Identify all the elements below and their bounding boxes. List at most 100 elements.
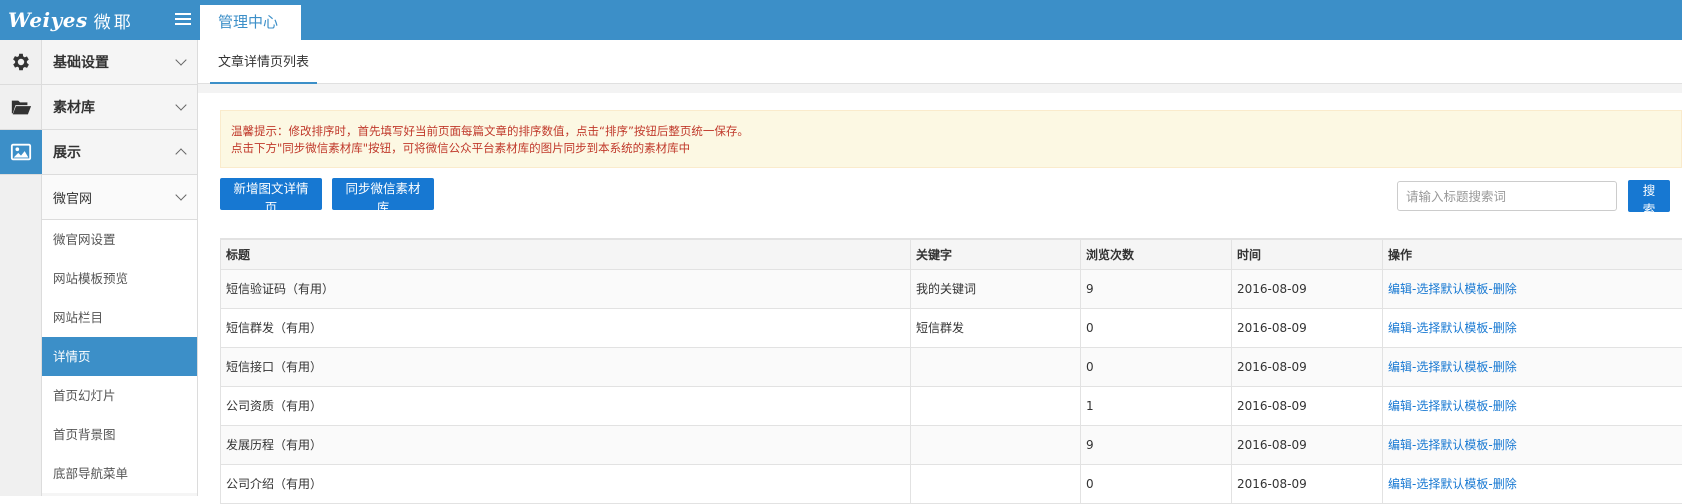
cell-views: 9 bbox=[1081, 269, 1232, 308]
delete-link[interactable]: 删除 bbox=[1493, 360, 1517, 374]
logo-chinese-text: 微耶 bbox=[94, 8, 134, 33]
delete-link[interactable]: 删除 bbox=[1493, 321, 1517, 335]
cell-date: 2016-08-09 bbox=[1232, 464, 1383, 503]
cell-title: 短信接口（有用） bbox=[221, 347, 911, 386]
cell-date: 2016-08-09 bbox=[1232, 269, 1383, 308]
hamburger-menu-icon[interactable] bbox=[175, 10, 191, 26]
cell-date: 2016-08-09 bbox=[1232, 425, 1383, 464]
select-template-link[interactable]: 选择默认模板 bbox=[1416, 438, 1488, 452]
cell-date: 2016-08-09 bbox=[1232, 347, 1383, 386]
column-header-title: 标题 bbox=[221, 239, 911, 269]
sidebar-item-home-background[interactable]: 首页背景图 bbox=[42, 415, 197, 454]
sidebar-group-display[interactable]: 展示 bbox=[42, 130, 197, 175]
select-template-link[interactable]: 选择默认模板 bbox=[1416, 360, 1488, 374]
select-template-link[interactable]: 选择默认模板 bbox=[1416, 477, 1488, 491]
sidebar-item-template-preview[interactable]: 网站模板预览 bbox=[42, 259, 197, 298]
sync-wechat-materials-button[interactable]: 同步微信素材库 bbox=[332, 178, 434, 210]
cell-date: 2016-08-09 bbox=[1232, 386, 1383, 425]
article-table: 标题 关键字 浏览次数 时间 操作 短信验证码（有用）我的关键词92016-08… bbox=[220, 238, 1682, 504]
main-content: 文章详情页列表 温馨提示：修改排序时，首先填写好当前页面每篇文章的排序数值，点击… bbox=[198, 40, 1682, 496]
cell-actions: 编辑-选择默认模板-删除 bbox=[1383, 425, 1682, 464]
top-header: Weiyes 微耶 管理中心 bbox=[0, 0, 1682, 40]
delete-link[interactable]: 删除 bbox=[1493, 399, 1517, 413]
cell-actions: 编辑-选择默认模板-删除 bbox=[1383, 386, 1682, 425]
search-input[interactable] bbox=[1397, 181, 1617, 211]
sidebar-group-materials[interactable]: 素材库 bbox=[42, 85, 197, 130]
chevron-up-icon bbox=[175, 148, 186, 159]
sidebar-subgroup-label: 微官网 bbox=[53, 188, 92, 207]
column-header-keyword: 关键字 bbox=[911, 239, 1081, 269]
cell-actions: 编辑-选择默认模板-删除 bbox=[1383, 347, 1682, 386]
sidebar-item-site-columns[interactable]: 网站栏目 bbox=[42, 298, 197, 337]
cell-actions: 编辑-选择默认模板-删除 bbox=[1383, 464, 1682, 503]
divider bbox=[198, 84, 1682, 93]
cell-actions: 编辑-选择默认模板-删除 bbox=[1383, 269, 1682, 308]
image-icon bbox=[10, 141, 32, 163]
cell-actions: 编辑-选择默认模板-删除 bbox=[1383, 308, 1682, 347]
sidebar-group-label: 素材库 bbox=[53, 97, 95, 117]
table-row: 短信接口（有用） 02016-08-09编辑-选择默认模板-删除 bbox=[221, 347, 1682, 386]
cell-keyword bbox=[911, 464, 1081, 503]
table-row: 公司资质（有用） 12016-08-09编辑-选择默认模板-删除 bbox=[221, 386, 1682, 425]
column-header-time: 时间 bbox=[1232, 239, 1383, 269]
sidebar-nav: 基础设置 素材库 展示 微官网 微官网设置 网站模板预览 网站栏目 详情页 首页… bbox=[42, 40, 198, 496]
edit-link[interactable]: 编辑 bbox=[1388, 477, 1412, 491]
chevron-down-icon bbox=[175, 54, 186, 65]
cell-keyword: 我的关键词 bbox=[911, 269, 1081, 308]
sidebar-icon-basic-settings[interactable] bbox=[0, 40, 42, 85]
column-header-actions: 操作 bbox=[1383, 239, 1682, 269]
sidebar-item-home-slides[interactable]: 首页幻灯片 bbox=[42, 376, 197, 415]
cell-views: 0 bbox=[1081, 308, 1232, 347]
logo-text: Weiyes bbox=[8, 8, 88, 32]
column-header-views: 浏览次数 bbox=[1081, 239, 1232, 269]
delete-link[interactable]: 删除 bbox=[1493, 282, 1517, 296]
edit-link[interactable]: 编辑 bbox=[1388, 438, 1412, 452]
table-header-row: 标题 关键字 浏览次数 时间 操作 bbox=[221, 239, 1682, 269]
folder-open-icon bbox=[10, 96, 32, 118]
tab-article-detail-list[interactable]: 文章详情页列表 bbox=[210, 50, 317, 84]
sidebar-subgroup-micro-site[interactable]: 微官网 bbox=[42, 175, 197, 220]
select-template-link[interactable]: 选择默认模板 bbox=[1416, 282, 1488, 296]
cell-keyword bbox=[911, 347, 1081, 386]
sidebar-item-detail-page[interactable]: 详情页 bbox=[42, 337, 197, 376]
cell-date: 2016-08-09 bbox=[1232, 308, 1383, 347]
sidebar-icon-materials[interactable] bbox=[0, 85, 42, 130]
edit-link[interactable]: 编辑 bbox=[1388, 399, 1412, 413]
sidebar-group-label: 展示 bbox=[53, 142, 81, 162]
cell-keyword bbox=[911, 386, 1081, 425]
add-detail-page-button[interactable]: 新增图文详情页 bbox=[220, 178, 322, 210]
delete-link[interactable]: 删除 bbox=[1493, 438, 1517, 452]
icon-sidebar bbox=[0, 40, 42, 496]
search-button[interactable]: 搜索 bbox=[1628, 180, 1670, 212]
cell-views: 9 bbox=[1081, 425, 1232, 464]
notice-line-2: 点击下方"同步微信素材库"按钮，可将微信公众平台素材库的图片同步到本系统的素材库… bbox=[231, 140, 1671, 157]
cell-views: 0 bbox=[1081, 464, 1232, 503]
sidebar-icon-display[interactable] bbox=[0, 130, 42, 175]
table-row: 短信验证码（有用）我的关键词92016-08-09编辑-选择默认模板-删除 bbox=[221, 269, 1682, 308]
edit-link[interactable]: 编辑 bbox=[1388, 282, 1412, 296]
cell-views: 0 bbox=[1081, 347, 1232, 386]
cell-title: 短信群发（有用） bbox=[221, 308, 911, 347]
notice-line-1: 温馨提示：修改排序时，首先填写好当前页面每篇文章的排序数值，点击“排序”按钮后整… bbox=[231, 123, 1671, 140]
cell-views: 1 bbox=[1081, 386, 1232, 425]
cell-title: 公司介绍（有用） bbox=[221, 464, 911, 503]
cell-title: 公司资质（有用） bbox=[221, 386, 911, 425]
notice-box: 温馨提示：修改排序时，首先填写好当前页面每篇文章的排序数值，点击“排序”按钮后整… bbox=[220, 110, 1682, 168]
edit-link[interactable]: 编辑 bbox=[1388, 321, 1412, 335]
sidebar-group-basic-settings[interactable]: 基础设置 bbox=[42, 40, 197, 85]
chevron-down-icon bbox=[175, 99, 186, 110]
select-template-link[interactable]: 选择默认模板 bbox=[1416, 321, 1488, 335]
delete-link[interactable]: 删除 bbox=[1493, 477, 1517, 491]
cell-keyword: 短信群发 bbox=[911, 308, 1081, 347]
tab-management-center[interactable]: 管理中心 bbox=[200, 5, 301, 40]
edit-link[interactable]: 编辑 bbox=[1388, 360, 1412, 374]
subtab-bar: 文章详情页列表 bbox=[198, 40, 1682, 84]
table-row: 公司介绍（有用） 02016-08-09编辑-选择默认模板-删除 bbox=[221, 464, 1682, 503]
cell-title: 短信验证码（有用） bbox=[221, 269, 911, 308]
select-template-link[interactable]: 选择默认模板 bbox=[1416, 399, 1488, 413]
sidebar-item-micro-site-settings[interactable]: 微官网设置 bbox=[42, 220, 197, 259]
sidebar-item-bottom-nav-menu[interactable]: 底部导航菜单 bbox=[42, 454, 197, 493]
sidebar-group-label: 基础设置 bbox=[53, 52, 109, 72]
table-row: 发展历程（有用）92016-08-09编辑-选择默认模板-删除 bbox=[221, 425, 1682, 464]
chevron-down-icon bbox=[175, 189, 186, 200]
